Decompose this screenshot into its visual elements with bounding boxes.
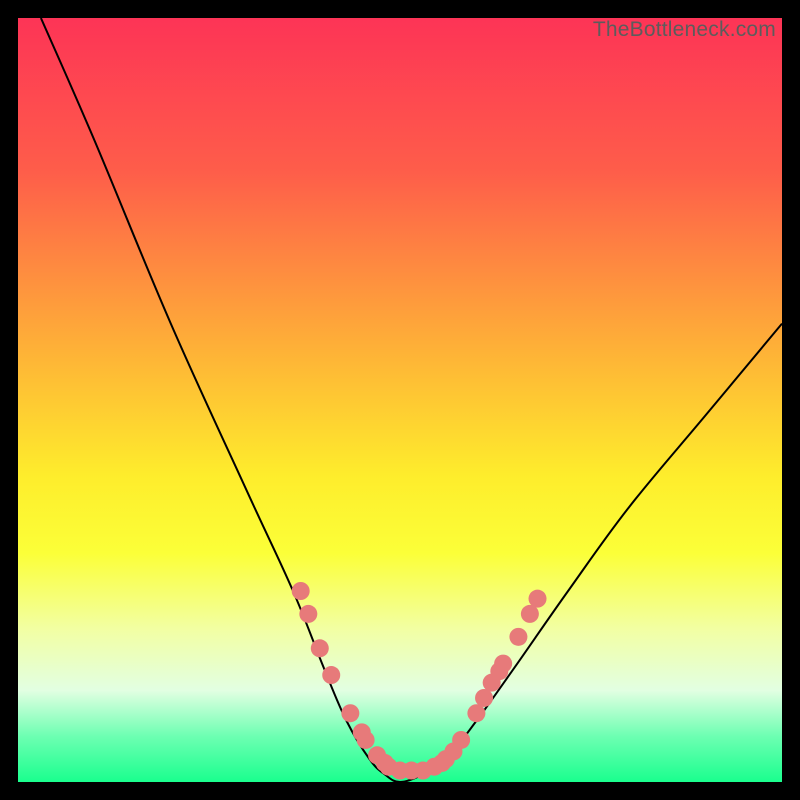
data-point — [521, 605, 539, 623]
data-point — [357, 731, 375, 749]
data-points-group — [292, 582, 547, 780]
chart-frame: TheBottleneck.com — [0, 0, 800, 800]
chart-svg — [18, 18, 782, 782]
bottleneck-curve — [41, 18, 782, 782]
data-point — [341, 704, 359, 722]
data-point — [292, 582, 310, 600]
data-point — [311, 639, 329, 657]
data-point — [494, 655, 512, 673]
data-point — [475, 689, 493, 707]
data-point — [299, 605, 317, 623]
data-point — [452, 731, 470, 749]
data-point — [529, 590, 547, 608]
data-point — [322, 666, 340, 684]
data-point — [509, 628, 527, 646]
chart-plot-area: TheBottleneck.com — [18, 18, 782, 782]
data-point — [467, 704, 485, 722]
